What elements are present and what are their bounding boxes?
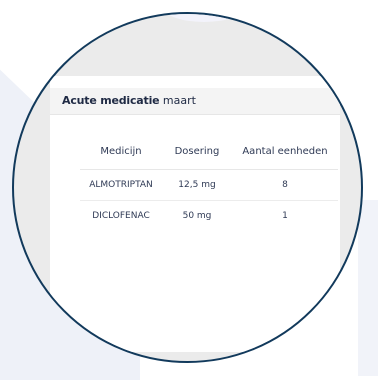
cell-medicijn: ALMOTRIPTAN xyxy=(80,169,162,201)
card-title-month: maart xyxy=(162,94,196,107)
card-title-bold: Acute medicatie xyxy=(62,94,160,107)
column-header-dosering: Dosering xyxy=(162,146,232,170)
table-row: ALMOTRIPTAN 12,5 mg 8 xyxy=(80,169,338,201)
medication-table: Medicijn Dosering Aantal eenheden ALMOTR… xyxy=(80,146,338,231)
cell-aantal: 8 xyxy=(232,169,338,201)
cell-dosering: 12,5 mg xyxy=(162,169,232,201)
column-header-aantal: Aantal eenheden xyxy=(232,146,338,170)
card-header: Acute medicatie maart xyxy=(50,88,340,115)
background-highlight xyxy=(164,14,244,22)
cell-medicijn: DICLOFENAC xyxy=(92,211,150,221)
column-header-medicijn: Medicijn xyxy=(80,146,162,170)
medication-card: Acute medicatie maart Medicijn Dosering … xyxy=(50,76,340,352)
table-header-row: Medicijn Dosering Aantal eenheden xyxy=(80,146,338,170)
table-row: DICLOFENAC 50 mg 1 xyxy=(80,201,338,232)
cell-dosering: 50 mg xyxy=(182,211,212,221)
cell-aantal: 1 xyxy=(282,211,288,221)
background-shape-right xyxy=(358,200,378,376)
card-title: Acute medicatie maart xyxy=(62,94,196,107)
magnifier-circle: Acute medicatie maart Medicijn Dosering … xyxy=(12,12,363,363)
